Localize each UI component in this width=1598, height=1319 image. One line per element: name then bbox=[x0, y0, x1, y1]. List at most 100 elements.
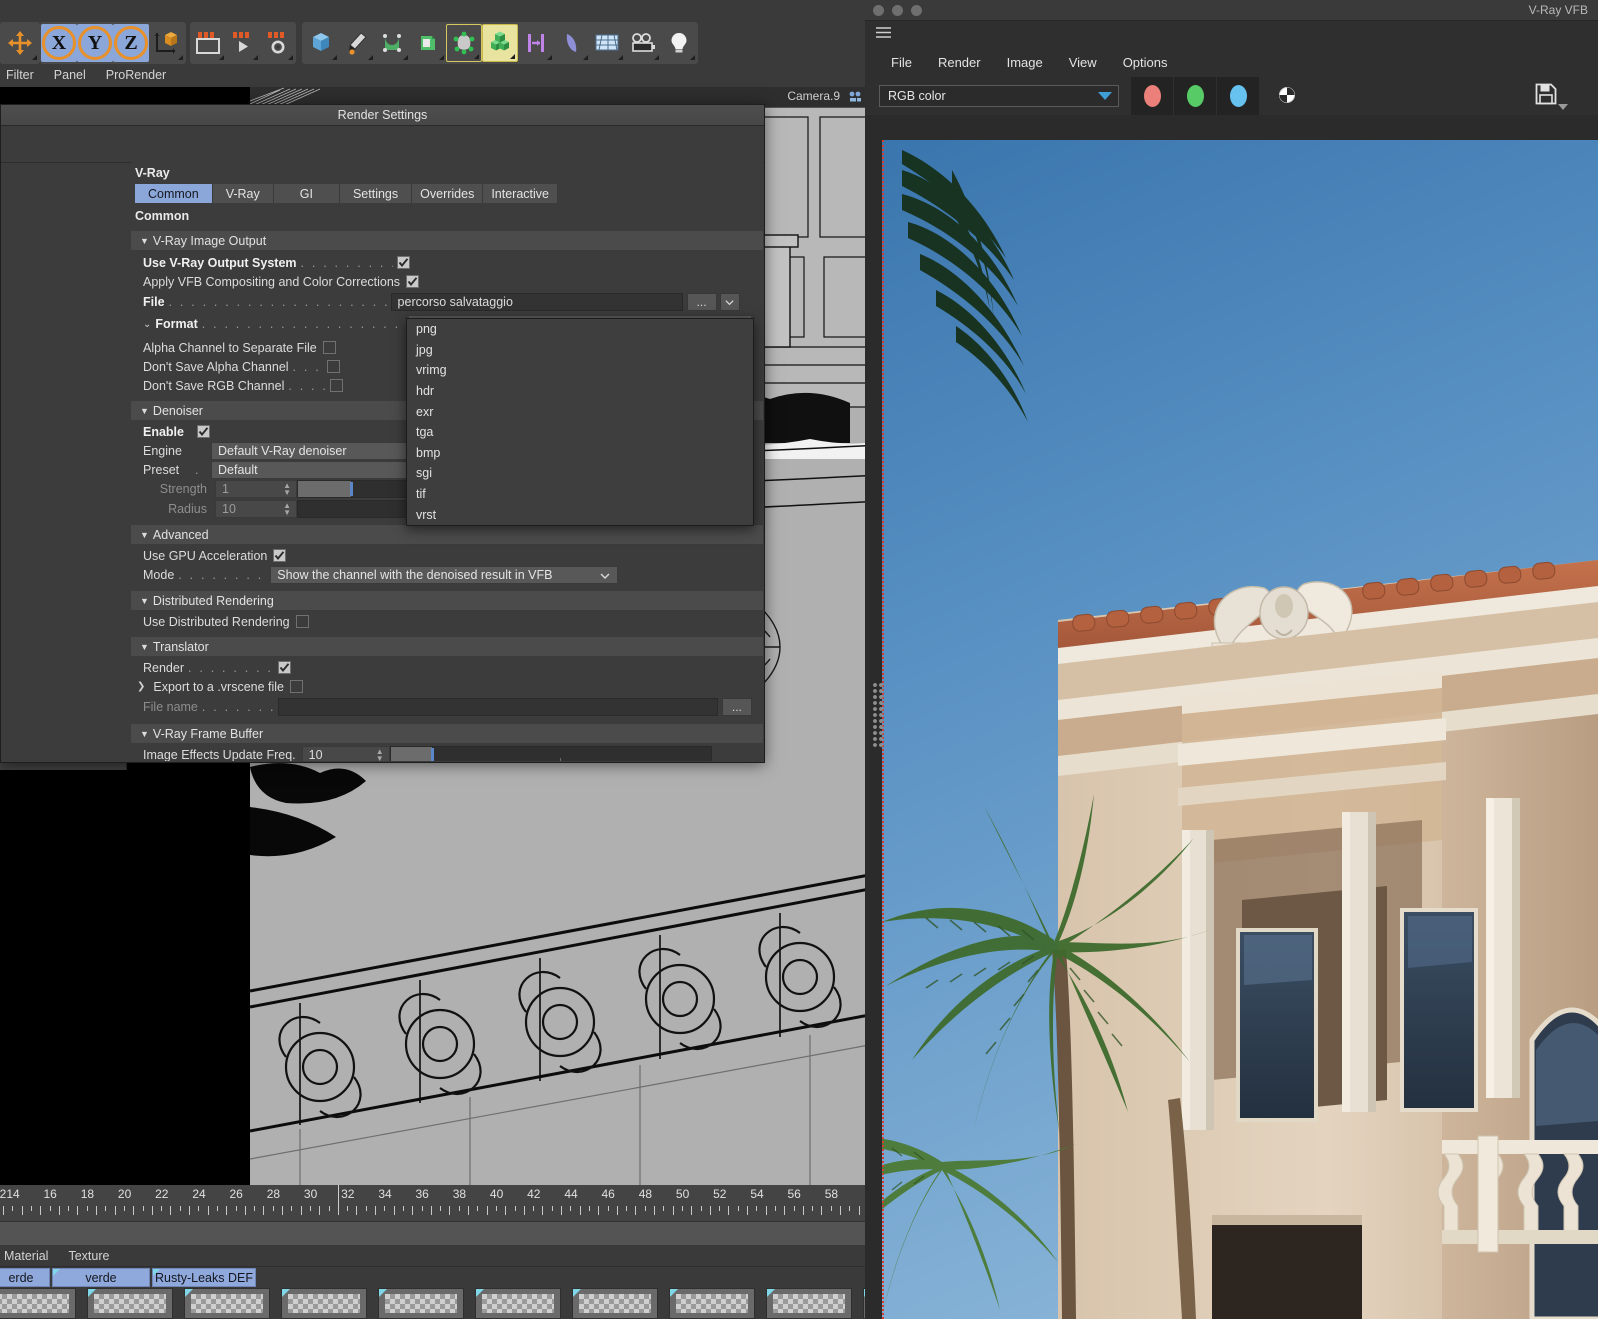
vfb-menu-view[interactable]: View bbox=[1069, 55, 1097, 70]
material-thumbnail[interactable] bbox=[572, 1288, 658, 1319]
timeline-playhead[interactable] bbox=[338, 1185, 339, 1206]
object-world-axis-icon[interactable] bbox=[149, 24, 185, 62]
alpha-separate-checkbox[interactable] bbox=[322, 341, 336, 354]
move-icon[interactable] bbox=[1, 24, 39, 62]
timeline-track-area[interactable] bbox=[0, 1221, 880, 1246]
menu-filter[interactable]: Filter bbox=[6, 68, 34, 82]
window-resize-grip[interactable] bbox=[872, 682, 885, 748]
denoiser-enable-checkbox[interactable] bbox=[197, 425, 210, 438]
timeline-ruler[interactable]: 2 14 16 18 20 22 24 26 28 30 32 34 36 38 40 42 44 46 48 50 5… bbox=[0, 1185, 880, 1221]
spline-pen-icon[interactable] bbox=[339, 24, 375, 62]
save-options-caret-icon[interactable] bbox=[1557, 100, 1569, 114]
format-option-tif[interactable]: tif bbox=[407, 484, 753, 505]
material-name[interactable]: verde bbox=[52, 1268, 150, 1287]
vfb-rendered-image[interactable] bbox=[882, 140, 1598, 1319]
vfb-menu-render[interactable]: Render bbox=[938, 55, 981, 70]
format-option-bmp[interactable]: bmp bbox=[407, 443, 753, 464]
material-thumbnail[interactable] bbox=[669, 1288, 755, 1319]
update-freq-input[interactable]: 10 ▲ ▼ bbox=[301, 746, 390, 762]
array-icon[interactable] bbox=[410, 24, 446, 62]
window-close-button[interactable] bbox=[873, 4, 884, 16]
use-dr-checkbox[interactable] bbox=[295, 615, 309, 628]
save-image-button[interactable] bbox=[1534, 82, 1568, 110]
format-option-jpg[interactable]: jpg bbox=[407, 340, 753, 361]
deformer-icon[interactable] bbox=[446, 24, 483, 62]
group-image-output[interactable]: ▼ V-Ray Image Output bbox=[131, 231, 763, 250]
tab-interactive[interactable]: Interactive bbox=[483, 184, 558, 203]
material-thumbnail[interactable] bbox=[87, 1288, 173, 1319]
format-option-hdr[interactable]: hdr bbox=[407, 381, 753, 402]
alpha-channel-button[interactable] bbox=[1278, 86, 1296, 107]
format-option-vrimg[interactable]: vrimg bbox=[407, 360, 753, 381]
render-view-icon[interactable] bbox=[191, 24, 226, 62]
translator-render-checkbox[interactable] bbox=[278, 661, 291, 674]
channel-select-combo[interactable]: RGB color bbox=[879, 85, 1119, 107]
use-output-system-checkbox[interactable] bbox=[396, 256, 410, 269]
material-thumbnail[interactable] bbox=[281, 1288, 367, 1319]
format-option-tga[interactable]: tga bbox=[407, 422, 753, 443]
cube-icon[interactable] bbox=[303, 24, 339, 62]
mode-combo[interactable]: Show the channel with the denoised resul… bbox=[270, 566, 619, 584]
tab-settings[interactable]: Settings bbox=[339, 184, 413, 203]
render-to-picture-viewer-icon[interactable] bbox=[226, 24, 261, 62]
stepper-arrows-icon[interactable]: ▲ ▼ bbox=[283, 482, 291, 497]
material-name[interactable]: erde bbox=[0, 1268, 50, 1287]
hamburger-menu-icon[interactable] bbox=[875, 26, 892, 42]
vfb-titlebar[interactable]: V-Ray VFB bbox=[865, 0, 1598, 21]
window-maximize-button[interactable] bbox=[911, 4, 922, 16]
environment-icon[interactable] bbox=[590, 24, 626, 62]
translator-filename-input[interactable] bbox=[277, 698, 718, 716]
group-distributed-rendering[interactable]: ▼ Distributed Rendering bbox=[131, 591, 763, 610]
stepper-arrows-icon[interactable]: ▲ ▼ bbox=[283, 502, 291, 517]
menu-material[interactable]: Material bbox=[4, 1249, 48, 1263]
material-thumbnail[interactable] bbox=[766, 1288, 852, 1319]
mograph-icon[interactable] bbox=[482, 24, 518, 62]
camera-icon[interactable] bbox=[625, 24, 661, 62]
group-advanced[interactable]: ▼ Advanced bbox=[131, 525, 763, 544]
file-browse-button[interactable]: ... bbox=[686, 293, 717, 311]
expand-caret-icon[interactable]: ⌄ bbox=[143, 319, 151, 330]
format-option-exr[interactable]: exr bbox=[407, 401, 753, 422]
vfb-menu-file[interactable]: File bbox=[891, 55, 912, 70]
blue-channel-button[interactable] bbox=[1217, 77, 1260, 115]
denoiser-strength-input[interactable]: 1 ▲ ▼ bbox=[215, 480, 297, 498]
nurbs-icon[interactable] bbox=[375, 24, 411, 62]
vfb-menu-options[interactable]: Options bbox=[1123, 55, 1168, 70]
red-channel-button[interactable] bbox=[1131, 77, 1174, 115]
format-option-sgi[interactable]: sgi bbox=[407, 463, 753, 484]
file-path-input[interactable]: percorso salvataggio bbox=[390, 293, 683, 311]
gpu-checkbox[interactable] bbox=[273, 549, 287, 562]
render-settings-titlebar[interactable]: Render Settings bbox=[1, 105, 764, 126]
light-icon[interactable] bbox=[661, 24, 697, 62]
group-frame-buffer[interactable]: ▼ V-Ray Frame Buffer bbox=[131, 724, 763, 743]
stepper-arrows-icon[interactable]: ▲ ▼ bbox=[376, 748, 384, 762]
scene-icon[interactable] bbox=[518, 24, 554, 62]
window-minimize-button[interactable] bbox=[892, 4, 903, 16]
no-rgb-checkbox[interactable] bbox=[330, 379, 344, 392]
translator-filename-browse-button[interactable]: ... bbox=[721, 698, 752, 716]
file-options-dropdown[interactable] bbox=[719, 293, 740, 311]
format-dropdown-popup[interactable]: png jpg vrimg hdr exr tga bmp sgi tif vrst bbox=[406, 318, 754, 526]
menu-prorender[interactable]: ProRender bbox=[106, 68, 166, 82]
camera-indicator-icon[interactable] bbox=[848, 91, 866, 106]
tab-gi[interactable]: GI bbox=[273, 184, 340, 203]
format-option-png[interactable]: png bbox=[407, 319, 753, 340]
menu-texture[interactable]: Texture bbox=[68, 1249, 109, 1263]
update-freq-slider[interactable] bbox=[389, 746, 712, 761]
z-axis-lock[interactable]: Z bbox=[113, 24, 149, 62]
material-thumbnail[interactable] bbox=[475, 1288, 561, 1319]
material-name[interactable]: Rusty-Leaks DEF bbox=[152, 1268, 256, 1287]
field-icon[interactable] bbox=[554, 24, 590, 62]
tab-common[interactable]: Common bbox=[135, 184, 213, 203]
no-alpha-checkbox[interactable] bbox=[326, 360, 340, 373]
group-translator[interactable]: ▼ Translator bbox=[131, 637, 763, 656]
tab-vray[interactable]: V-Ray bbox=[212, 184, 274, 203]
denoiser-radius-input[interactable]: 10 ▲ ▼ bbox=[215, 500, 297, 518]
x-axis-lock[interactable]: X bbox=[41, 24, 77, 62]
material-thumbnail[interactable] bbox=[184, 1288, 270, 1319]
apply-vfb-checkbox[interactable] bbox=[406, 275, 420, 288]
format-option-vrst[interactable]: vrst bbox=[407, 504, 753, 525]
vfb-menu-image[interactable]: Image bbox=[1007, 55, 1043, 70]
render-settings-icon[interactable] bbox=[260, 24, 295, 62]
tab-overrides[interactable]: Overrides bbox=[412, 184, 484, 203]
